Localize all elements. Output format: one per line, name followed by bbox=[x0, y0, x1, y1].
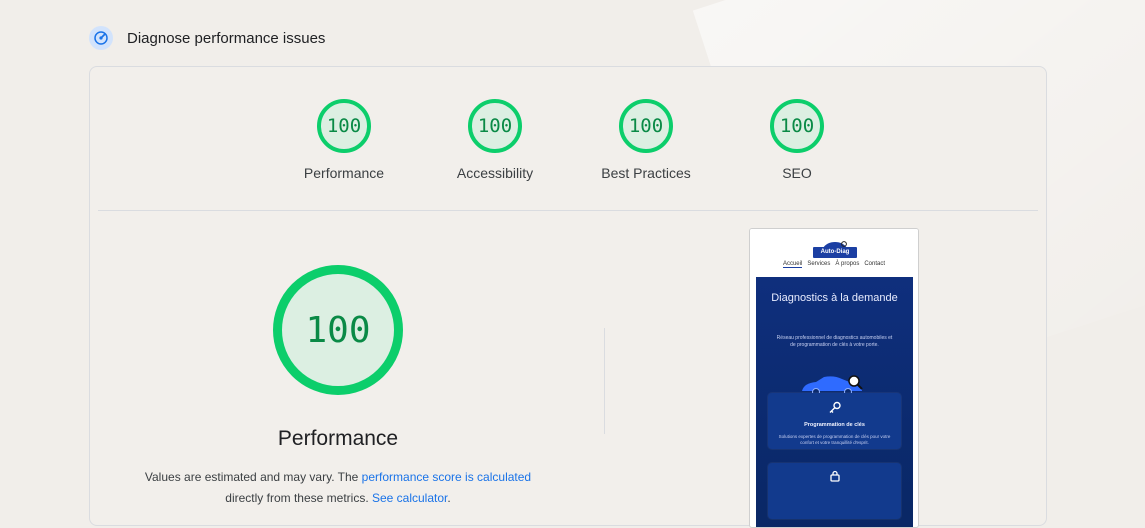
gauge-accessibility[interactable]: 100 Accessibility bbox=[430, 99, 560, 181]
score-calculated-link[interactable]: performance score is calculated bbox=[362, 470, 531, 484]
score-ring: 100 bbox=[619, 99, 673, 153]
score-value: 100 bbox=[779, 115, 815, 137]
note-text: Values are estimated and may vary. The bbox=[144, 470, 362, 484]
see-calculator-link[interactable]: See calculator bbox=[372, 491, 447, 505]
gauge-performance[interactable]: 100 Performance bbox=[279, 99, 409, 181]
note-text: . bbox=[447, 491, 451, 505]
gauge-label: SEO bbox=[782, 165, 812, 181]
site-hero: Diagnostics à la demande Réseau professi… bbox=[756, 277, 913, 527]
main-score-label: Performance bbox=[277, 427, 399, 450]
section-title: Diagnose performance issues bbox=[127, 29, 326, 47]
gauge-best-practices[interactable]: 100 Best Practices bbox=[581, 99, 711, 181]
site-logo: Auto-Diag bbox=[813, 241, 857, 259]
site-nav-item: Accueil bbox=[782, 261, 803, 268]
gauge-label: Best Practices bbox=[601, 165, 691, 181]
note-text: directly from these metrics. bbox=[225, 491, 372, 505]
service-card bbox=[768, 463, 901, 519]
score-value: 100 bbox=[477, 115, 513, 137]
score-ring: 100 bbox=[317, 99, 371, 153]
vertical-divider bbox=[604, 328, 605, 434]
main-score-ring: 100 bbox=[273, 265, 403, 395]
diagnostics-icon bbox=[89, 26, 113, 50]
score-value: 100 bbox=[326, 115, 362, 137]
site-header: Auto-Diag Accueil Services À propos Cont… bbox=[750, 229, 918, 277]
site-nav-item: Services bbox=[807, 261, 831, 267]
gauge-seo[interactable]: 100 SEO bbox=[732, 99, 862, 181]
main-score-value: 100 bbox=[305, 309, 371, 351]
page-screenshot-thumbnail[interactable]: Auto-Diag Accueil Services À propos Cont… bbox=[749, 228, 919, 528]
category-gauges: 100 Performance 100 Accessibility 100 Be… bbox=[90, 99, 1046, 199]
report-card: 100 Performance 100 Accessibility 100 Be… bbox=[89, 66, 1047, 528]
section-divider bbox=[98, 210, 1038, 211]
section-header: Diagnose performance issues bbox=[89, 25, 325, 51]
gauge-label: Performance bbox=[303, 165, 385, 181]
site-logo-text: Auto-Diag bbox=[813, 247, 857, 258]
service-description: Solutions expertes de programmation de c… bbox=[778, 434, 891, 445]
score-note: Values are estimated and may vary. The p… bbox=[118, 467, 558, 509]
site-nav-item: À propos bbox=[835, 261, 860, 267]
site-nav: Accueil Services À propos Contact bbox=[750, 261, 918, 268]
score-ring: 100 bbox=[468, 99, 522, 153]
hero-title: Diagnostics à la demande bbox=[771, 292, 898, 304]
lock-icon bbox=[830, 470, 840, 482]
hero-subtitle: Réseau professionnel de diagnostics auto… bbox=[776, 335, 893, 348]
gauge-label: Accessibility bbox=[456, 165, 534, 181]
service-title: Programmation de clés bbox=[804, 422, 865, 428]
key-icon bbox=[829, 401, 841, 413]
score-ring: 100 bbox=[770, 99, 824, 153]
site-nav-item: Contact bbox=[864, 261, 886, 267]
score-value: 100 bbox=[628, 115, 664, 137]
service-card: Programmation de clés Solutions expertes… bbox=[768, 393, 901, 449]
